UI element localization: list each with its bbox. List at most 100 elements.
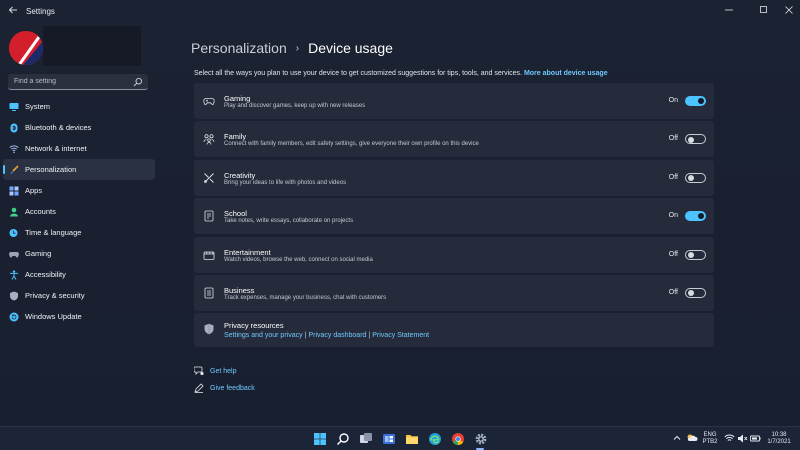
sidebar-item-bluetooth[interactable]: Bluetooth & devices <box>3 117 155 138</box>
sidebar-item-system[interactable]: System <box>3 96 155 117</box>
close-button[interactable] <box>778 3 800 19</box>
breadcrumb-separator: › <box>295 42 300 54</box>
card-description: Take notes, write essays, collaborate on… <box>224 218 354 225</box>
minimize-button[interactable] <box>718 3 740 19</box>
more-about-device-usage-link[interactable]: More about device usage <box>524 70 608 77</box>
edge-icon[interactable] <box>428 432 442 446</box>
give-feedback-row[interactable]: Give feedback <box>194 383 255 393</box>
family-toggle[interactable] <box>685 134 706 145</box>
shield-icon <box>10 291 18 300</box>
keyboard-layout: PTB2 <box>702 439 718 445</box>
chrome-icon[interactable] <box>451 432 465 446</box>
avatar[interactable] <box>9 31 43 65</box>
card-gaming: Gaming Play and discover games, keep up … <box>194 83 714 119</box>
file-explorer-icon[interactable] <box>405 432 419 446</box>
sidebar-item-label: Gaming <box>25 249 52 258</box>
search-icon[interactable] <box>336 432 350 446</box>
sidebar-item-accounts[interactable]: Accounts <box>3 201 155 222</box>
sidebar-item-apps[interactable]: Apps <box>3 180 155 201</box>
toggle-state-label: On <box>668 97 678 104</box>
wifi-icon[interactable] <box>724 433 735 444</box>
wifi-icon <box>9 144 19 153</box>
back-button[interactable] <box>6 5 20 19</box>
family-icon <box>203 134 215 145</box>
close-icon <box>785 6 793 14</box>
get-help-row[interactable]: Get help <box>194 366 236 376</box>
monitor-icon <box>9 102 19 111</box>
card-title: School <box>224 209 247 219</box>
breadcrumb-parent[interactable]: Personalization <box>191 40 287 56</box>
business-icon <box>204 287 214 299</box>
toggle-state-label: Off <box>668 173 678 181</box>
account-banner <box>43 26 141 66</box>
sidebar-item-time-language[interactable]: Time & language <box>3 222 155 243</box>
entertainment-toggle[interactable] <box>685 249 706 260</box>
sidebar-item-label: Accessibility <box>25 270 66 279</box>
clock-globe-icon <box>9 228 18 237</box>
card-family: Family Connect with family members, edit… <box>194 121 714 158</box>
card-title: Entertainment <box>224 247 271 257</box>
give-feedback-link[interactable]: Give feedback <box>210 385 255 392</box>
sidebar-item-gaming[interactable]: Gaming <box>3 243 155 264</box>
link-separator: | <box>368 332 371 340</box>
creativity-toggle[interactable] <box>685 172 706 183</box>
privacy-statement-link[interactable]: Privacy Statement <box>372 332 429 339</box>
clock-time: 10:38 <box>771 432 787 438</box>
entertainment-icon <box>203 251 215 260</box>
sidebar-item-accessibility[interactable]: Accessibility <box>3 264 155 285</box>
card-entertainment: Entertainment Watch videos, browse the w… <box>194 236 714 273</box>
brush-icon <box>10 164 19 174</box>
clock-date: 1/7/2021 <box>767 439 791 445</box>
card-title: Family <box>224 132 247 142</box>
sidebar-item-label: Apps <box>25 186 43 195</box>
sidebar-item-personalization[interactable]: Personalization <box>3 159 155 180</box>
card-title: Gaming <box>224 94 251 103</box>
clock[interactable]: 10:38 1/7/2021 <box>764 432 794 446</box>
page-title: Device usage <box>308 40 393 56</box>
privacy-resources-title: Privacy resources <box>224 321 284 331</box>
sidebar-item-privacy-security[interactable]: Privacy & security <box>3 285 155 306</box>
card-creativity: Creativity Bring your ideas to life with… <box>194 159 714 196</box>
weather-icon[interactable] <box>686 432 698 444</box>
widgets-icon[interactable] <box>382 432 396 446</box>
maximize-button[interactable] <box>753 3 775 19</box>
windows-start-icon[interactable] <box>313 432 327 446</box>
card-privacy-resources: Privacy resources Settings and your priv… <box>194 313 714 348</box>
controller-icon <box>203 98 215 105</box>
school-toggle[interactable] <box>685 211 706 222</box>
sidebar-item-windows-update[interactable]: Windows Update <box>3 306 155 327</box>
toggle-state-label: Off <box>668 250 678 258</box>
search-icon[interactable] <box>133 77 143 87</box>
sidebar-item-label: Network & internet <box>25 144 87 153</box>
volume-muted-icon[interactable] <box>737 433 748 444</box>
search-box[interactable] <box>8 74 148 90</box>
toggle-knob <box>698 213 704 220</box>
search-input[interactable] <box>14 74 134 89</box>
arrow-left-icon <box>8 6 17 14</box>
shield-icon <box>204 324 214 335</box>
sidebar-item-label: Time & language <box>25 228 82 237</box>
task-view-icon[interactable] <box>359 432 373 446</box>
settings-and-privacy-link[interactable]: Settings and your privacy <box>224 332 303 339</box>
taskbar: ENG PTB2 10:38 1/7/2021 <box>0 426 800 450</box>
battery-icon[interactable] <box>750 433 761 444</box>
gaming-toggle[interactable] <box>685 96 706 106</box>
toggle-knob <box>688 136 694 143</box>
sidebar-item-label: Personalization <box>25 165 77 174</box>
chevron-up-icon[interactable] <box>672 433 682 443</box>
sidebar-item-label: Privacy & security <box>25 291 85 300</box>
sidebar-item-network[interactable]: Network & internet <box>3 138 155 159</box>
device-usage-list: Gaming Play and discover games, keep up … <box>194 83 714 350</box>
privacy-dashboard-link[interactable]: Privacy dashboard <box>308 332 366 339</box>
get-help-link[interactable]: Get help <box>210 368 236 375</box>
intro-text: Select all the ways you plan to use your… <box>194 70 608 77</box>
toggle-state-label: On <box>668 212 678 220</box>
business-toggle[interactable] <box>685 287 706 298</box>
toggle-knob <box>688 252 694 259</box>
language-indicator[interactable]: ENG PTB2 <box>701 432 719 446</box>
maximize-icon <box>760 6 767 13</box>
settings-icon[interactable] <box>474 432 488 446</box>
accessibility-icon <box>10 269 18 280</box>
sidebar-item-label: Windows Update <box>25 312 82 321</box>
title-bar: Settings <box>0 0 800 24</box>
